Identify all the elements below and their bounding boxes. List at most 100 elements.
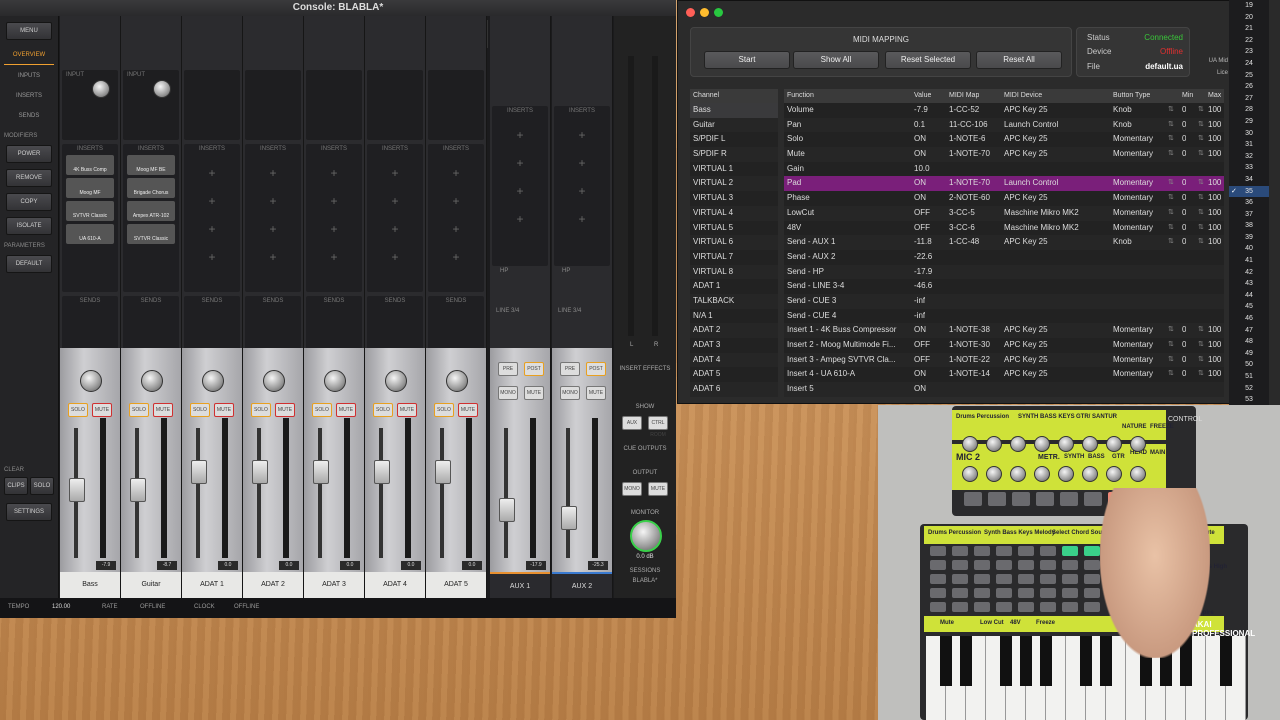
piano-black-key[interactable]: [1040, 636, 1052, 686]
plugin-slot[interactable]: SVTVR Classic: [127, 224, 175, 244]
pan-knob[interactable]: [385, 370, 407, 392]
add-insert-icon[interactable]: +: [306, 166, 362, 180]
add-insert-icon[interactable]: +: [184, 166, 240, 180]
clip-pad[interactable]: [930, 588, 946, 598]
channel-list-item[interactable]: N/A 1: [690, 309, 778, 324]
add-insert-icon[interactable]: +: [492, 212, 548, 226]
number-item[interactable]: 21: [1229, 23, 1269, 35]
mapping-row[interactable]: Pad ON 1-NOTE-70 Launch Control Momentary 0 10…: [784, 176, 1224, 192]
mute-button[interactable]: MUTE: [586, 386, 606, 400]
add-insert-icon[interactable]: +: [245, 250, 301, 264]
start-button[interactable]: Start: [704, 51, 790, 69]
stepper-icon[interactable]: ⇅: [1198, 132, 1204, 147]
input-preamp[interactable]: [245, 70, 301, 140]
mapping-row[interactable]: Insert 4 - UA 610-A ON 1-NOTE-14 APC Key 25…: [784, 367, 1224, 382]
clear-solo-button[interactable]: SOLO: [30, 477, 54, 495]
solo-button[interactable]: SOLO: [373, 403, 393, 417]
mapping-row[interactable]: Insert 3 - Ampeg SVTVR Cla... OFF 1-NOTE-2…: [784, 352, 1224, 368]
zoom-icon[interactable]: [714, 8, 723, 17]
mute-button[interactable]: MUTE: [275, 403, 295, 417]
number-item[interactable]: 41: [1229, 255, 1269, 267]
number-item[interactable]: 52: [1229, 383, 1269, 395]
mono-button[interactable]: MONO: [498, 386, 518, 400]
number-item[interactable]: 19: [1229, 0, 1269, 12]
add-insert-icon[interactable]: +: [492, 184, 548, 198]
clip-pad[interactable]: [1018, 546, 1034, 556]
stepper-icon[interactable]: ⇅: [1168, 367, 1174, 382]
solo-button[interactable]: SOLO: [190, 403, 210, 417]
clip-pad[interactable]: [974, 546, 990, 556]
solo-button[interactable]: SOLO: [251, 403, 271, 417]
stepper-icon[interactable]: ⇅: [1168, 132, 1174, 147]
stepper-icon[interactable]: ⇅: [1198, 147, 1204, 162]
clip-pad[interactable]: [1084, 602, 1100, 612]
controller-pad[interactable]: [1060, 492, 1078, 506]
clip-pad[interactable]: [952, 560, 968, 570]
number-item[interactable]: 48: [1229, 336, 1269, 348]
clip-pad[interactable]: [930, 602, 946, 612]
clip-pad[interactable]: [952, 602, 968, 612]
clip-pad[interactable]: [996, 574, 1012, 584]
channel-list-item[interactable]: VIRTUAL 4: [690, 205, 778, 221]
mute-button[interactable]: MUTE: [92, 403, 112, 417]
stepper-icon[interactable]: ⇅: [1168, 147, 1174, 162]
channel-list-item[interactable]: ADAT 5: [690, 367, 778, 382]
remove-button[interactable]: REMOVE: [6, 169, 52, 187]
mapping-row[interactable]: LowCut OFF 3-CC-5 Maschine Mikro MK2 Momenta…: [784, 205, 1224, 221]
clip-pad[interactable]: [952, 588, 968, 598]
solo-button[interactable]: SOLO: [68, 403, 88, 417]
channel-list-item[interactable]: S/PDIF L: [690, 132, 778, 147]
column-header-value[interactable]: Value: [914, 89, 931, 103]
pan-knob[interactable]: [202, 370, 224, 392]
tab-inputs[interactable]: INPUTS: [4, 67, 54, 85]
controller-knob[interactable]: [1082, 436, 1098, 452]
clip-pad[interactable]: [1062, 546, 1078, 556]
add-insert-icon[interactable]: +: [554, 128, 610, 142]
number-item[interactable]: 34: [1229, 174, 1269, 186]
mapping-row[interactable]: Send - CUE 4 -inf: [784, 309, 1224, 324]
stepper-icon[interactable]: ⇅: [1198, 221, 1204, 236]
clip-pad[interactable]: [1062, 602, 1078, 612]
clip-pad[interactable]: [974, 602, 990, 612]
clip-pad[interactable]: [952, 546, 968, 556]
stepper-icon[interactable]: ⇅: [1198, 191, 1204, 206]
controller-knob[interactable]: [1058, 466, 1074, 482]
add-insert-icon[interactable]: +: [492, 156, 548, 170]
clip-pad[interactable]: [930, 546, 946, 556]
channel-list-item[interactable]: ADAT 6: [690, 382, 778, 397]
mapping-row[interactable]: Insert 5 ON: [784, 382, 1224, 397]
clip-pad[interactable]: [1018, 560, 1034, 570]
power-button[interactable]: POWER: [6, 145, 52, 163]
add-insert-icon[interactable]: +: [554, 184, 610, 198]
input-preamp[interactable]: [428, 70, 484, 140]
stepper-icon[interactable]: ⇅: [1168, 191, 1174, 206]
number-item[interactable]: 38: [1229, 220, 1269, 232]
volume-fader[interactable]: [69, 478, 85, 502]
channel-list-item[interactable]: VIRTUAL 1: [690, 162, 778, 177]
stepper-icon[interactable]: ⇅: [1198, 367, 1204, 382]
stepper-icon[interactable]: ⇅: [1198, 103, 1204, 118]
number-item[interactable]: 36: [1229, 197, 1269, 209]
number-item[interactable]: 49: [1229, 348, 1269, 360]
settings-button[interactable]: SETTINGS: [6, 503, 52, 521]
mapping-row[interactable]: Volume -7.9 1-CC-52 APC Key 25 Knob 0 100 ⇅ ⇅: [784, 103, 1224, 118]
add-insert-icon[interactable]: +: [245, 166, 301, 180]
clip-pad[interactable]: [1018, 602, 1034, 612]
controller-pad[interactable]: [964, 492, 982, 506]
pan-knob[interactable]: [446, 370, 468, 392]
channel-name[interactable]: Guitar: [121, 572, 181, 598]
mapping-row[interactable]: Send - HP -17.9: [784, 264, 1224, 280]
controller-knob[interactable]: [1034, 466, 1050, 482]
plugin-slot[interactable]: SVTVR Classic: [66, 201, 114, 221]
controller-knob[interactable]: [1106, 436, 1122, 452]
pan-knob[interactable]: [324, 370, 346, 392]
channel-name[interactable]: ADAT 1: [182, 572, 242, 598]
mute-button[interactable]: MUTE: [336, 403, 356, 417]
volume-fader[interactable]: [252, 460, 268, 484]
clip-pad[interactable]: [974, 574, 990, 584]
volume-fader[interactable]: [313, 460, 329, 484]
isolate-button[interactable]: ISOLATE: [6, 217, 52, 235]
mute-button[interactable]: MUTE: [153, 403, 173, 417]
number-item[interactable]: 32: [1229, 151, 1269, 163]
clip-pad[interactable]: [1084, 560, 1100, 570]
